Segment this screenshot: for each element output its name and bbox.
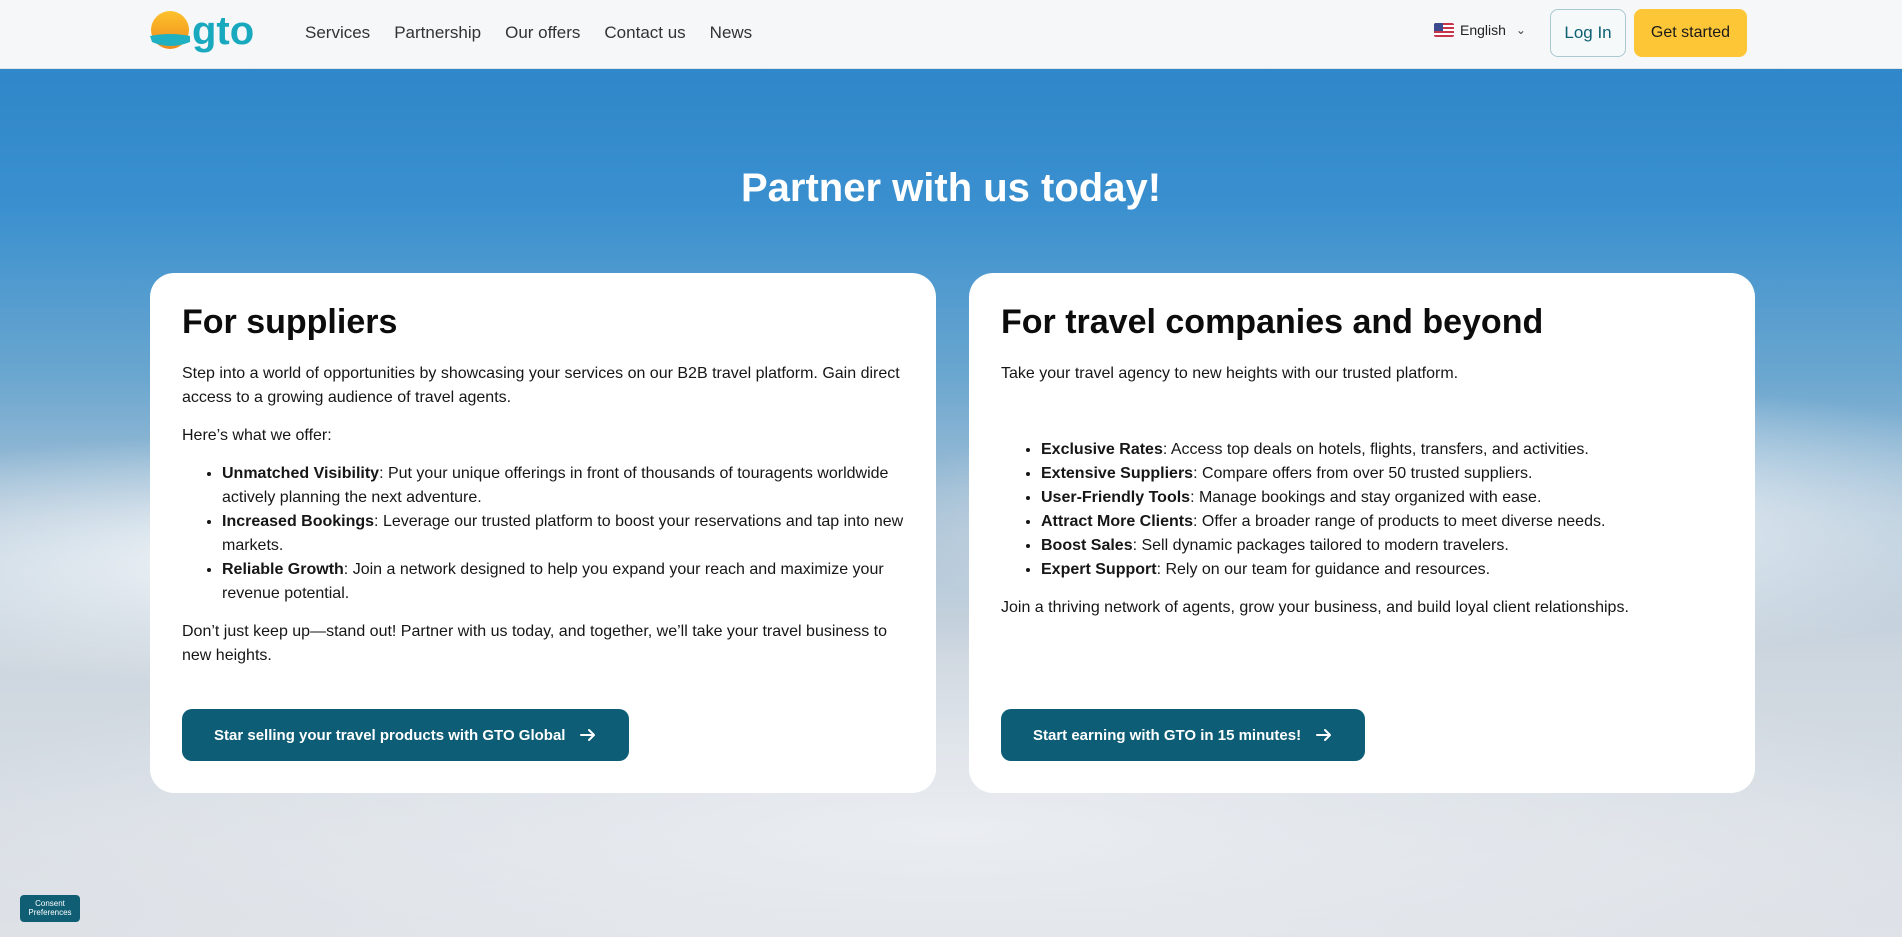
benefit-title: Increased Bookings — [222, 513, 375, 530]
nav-our-offers[interactable]: Our offers — [505, 23, 580, 43]
main-nav: Services Partnership Our offers Contact … — [305, 0, 752, 66]
nav-news[interactable]: News — [710, 23, 753, 43]
get-started-button[interactable]: Get started — [1634, 9, 1747, 57]
benefit-text: : Access top deals on hotels, flights, t… — [1162, 441, 1589, 458]
page-title: Partner with us today! — [740, 166, 1162, 210]
benefit-title: Reliable Growth — [222, 561, 344, 578]
nav-partnership[interactable]: Partnership — [394, 23, 481, 43]
benefit-title: Unmatched Visibility — [222, 465, 380, 482]
list-item: User-Friendly Tools: Manage bookings and… — [1041, 486, 1723, 510]
travel-benefits-list: Exclusive Rates: Access top deals on hot… — [1041, 438, 1723, 582]
suppliers-card: For suppliers Step into a world of oppor… — [150, 273, 936, 793]
travel-companies-card: For travel companies and beyond Take you… — [969, 273, 1755, 793]
language-selector[interactable]: English ⌄ — [1434, 22, 1526, 38]
benefit-text: : Manage bookings and stay organized wit… — [1190, 489, 1542, 506]
nav-contact-us[interactable]: Contact us — [604, 23, 685, 43]
travel-outro: Join a thriving network of agents, grow … — [1001, 599, 1629, 616]
benefit-title: Expert Support — [1041, 561, 1157, 578]
consent-line: Consent — [35, 899, 65, 908]
benefit-title: Exclusive Rates — [1041, 441, 1163, 458]
cta-label: Star selling your travel products with G… — [214, 726, 566, 744]
benefit-text: : Rely on our team for guidance and reso… — [1156, 561, 1491, 578]
suppliers-offer-lead: Here’s what we offer: — [182, 427, 332, 444]
benefit-text: : Sell dynamic packages tailored to mode… — [1132, 537, 1509, 554]
benefit-title: Boost Sales — [1041, 537, 1133, 554]
travel-intro: Take your travel agency to new heights w… — [1001, 365, 1459, 382]
suppliers-title: For suppliers — [182, 303, 398, 341]
suppliers-outro: Don’t just keep up—stand out! Partner wi… — [182, 623, 887, 664]
list-item: Attract More Clients: Offer a broader ra… — [1041, 510, 1723, 534]
site-header: gto Services Partnership Our offers Cont… — [0, 0, 1902, 69]
list-item: Reliable Growth: Join a network designed… — [222, 558, 904, 606]
start-earning-button[interactable]: Start earning with GTO in 15 minutes! — [1001, 709, 1366, 761]
suppliers-benefits-list: Unmatched Visibility: Put your unique of… — [222, 462, 904, 606]
list-item: Extensive Suppliers: Compare offers from… — [1041, 462, 1723, 486]
login-button[interactable]: Log In — [1550, 9, 1626, 57]
start-selling-button[interactable]: Star selling your travel products with G… — [182, 709, 630, 761]
list-item: Unmatched Visibility: Put your unique of… — [222, 462, 904, 510]
svg-text:gto: gto — [192, 10, 254, 53]
us-flag-icon — [1434, 23, 1454, 37]
benefit-title: Attract More Clients — [1041, 513, 1194, 530]
travel-title: For travel companies and beyond — [1001, 303, 1544, 341]
benefit-text: : Offer a broader range of products to m… — [1193, 513, 1606, 530]
chevron-down-icon: ⌄ — [1515, 23, 1526, 37]
gto-logo[interactable]: gto — [148, 10, 278, 56]
nav-services[interactable]: Services — [305, 23, 370, 43]
list-item: Expert Support: Rely on our team for gui… — [1041, 558, 1723, 582]
benefit-title: User-Friendly Tools — [1041, 489, 1191, 506]
cta-label: Start earning with GTO in 15 minutes! — [1033, 726, 1302, 744]
consent-line: Preferences — [28, 908, 72, 917]
language-label: English — [1460, 22, 1506, 38]
benefit-text: : Compare offers from over 50 trusted su… — [1193, 465, 1533, 482]
benefit-title: Extensive Suppliers — [1041, 465, 1194, 482]
list-item: Exclusive Rates: Access top deals on hot… — [1041, 438, 1723, 462]
list-item: Increased Bookings: Leverage our trusted… — [222, 510, 904, 558]
suppliers-intro: Step into a world of opportunities by sh… — [182, 365, 900, 406]
arrow-right-icon — [580, 729, 596, 741]
arrow-right-icon — [1316, 729, 1332, 741]
list-item: Boost Sales: Sell dynamic packages tailo… — [1041, 534, 1723, 558]
consent-preferences-button[interactable]: Consent Preferences — [20, 895, 80, 922]
